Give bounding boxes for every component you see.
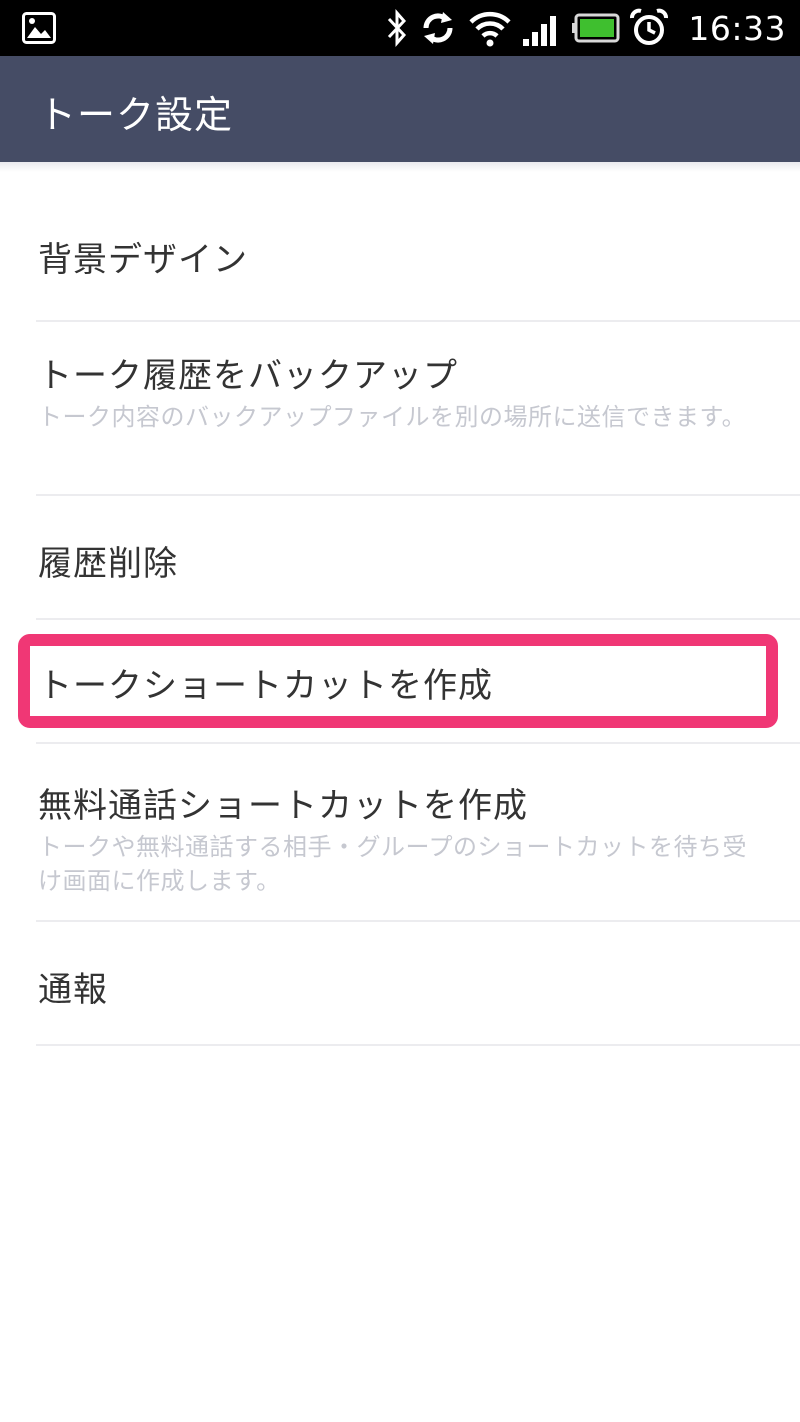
battery-icon bbox=[572, 13, 620, 43]
settings-item-title: 履歴削除 bbox=[38, 544, 178, 584]
status-time: 16:33 bbox=[688, 8, 786, 48]
settings-item-title: トーク履歴をバックアップ bbox=[38, 356, 458, 396]
alarm-icon bbox=[630, 8, 669, 45]
page-title: トーク設定 bbox=[38, 93, 234, 137]
settings-item-title: 無料通話ショートカットを作成 bbox=[38, 786, 528, 826]
wifi-icon bbox=[469, 11, 511, 47]
settings-item-background-design[interactable]: 背景デザイン bbox=[0, 162, 800, 322]
settings-item-description: トークや無料通話する相手・グループのショートカットを待ち受け画面に作成します。 bbox=[38, 833, 748, 895]
settings-item-report[interactable]: 通報 bbox=[0, 922, 800, 1046]
divider bbox=[36, 1044, 800, 1046]
settings-item-delete-history[interactable]: 履歴削除 bbox=[0, 496, 800, 620]
status-bar: 16:33 bbox=[0, 0, 800, 56]
sync-icon bbox=[423, 12, 453, 44]
highlight-box[interactable]: トークショートカットを作成 bbox=[18, 634, 778, 728]
bluetooth-icon bbox=[388, 9, 407, 47]
settings-item-description: トーク内容のバックアップファイルを別の場所に送信できます。 bbox=[38, 403, 747, 431]
settings-item-backup-history[interactable]: トーク履歴をバックアップ トーク内容のバックアップファイルを別の場所に送信できま… bbox=[0, 322, 800, 496]
title-bar: トーク設定 bbox=[0, 56, 800, 162]
settings-item-title: トークショートカットを作成 bbox=[38, 666, 493, 706]
settings-item-title: 通報 bbox=[38, 970, 108, 1010]
settings-item-title: 背景デザイン bbox=[38, 240, 248, 280]
gallery-icon bbox=[22, 12, 56, 44]
settings-item-create-call-shortcut[interactable]: 無料通話ショートカットを作成 トークや無料通話する相手・グループのショートカット… bbox=[0, 744, 800, 922]
signal-icon bbox=[523, 16, 557, 46]
